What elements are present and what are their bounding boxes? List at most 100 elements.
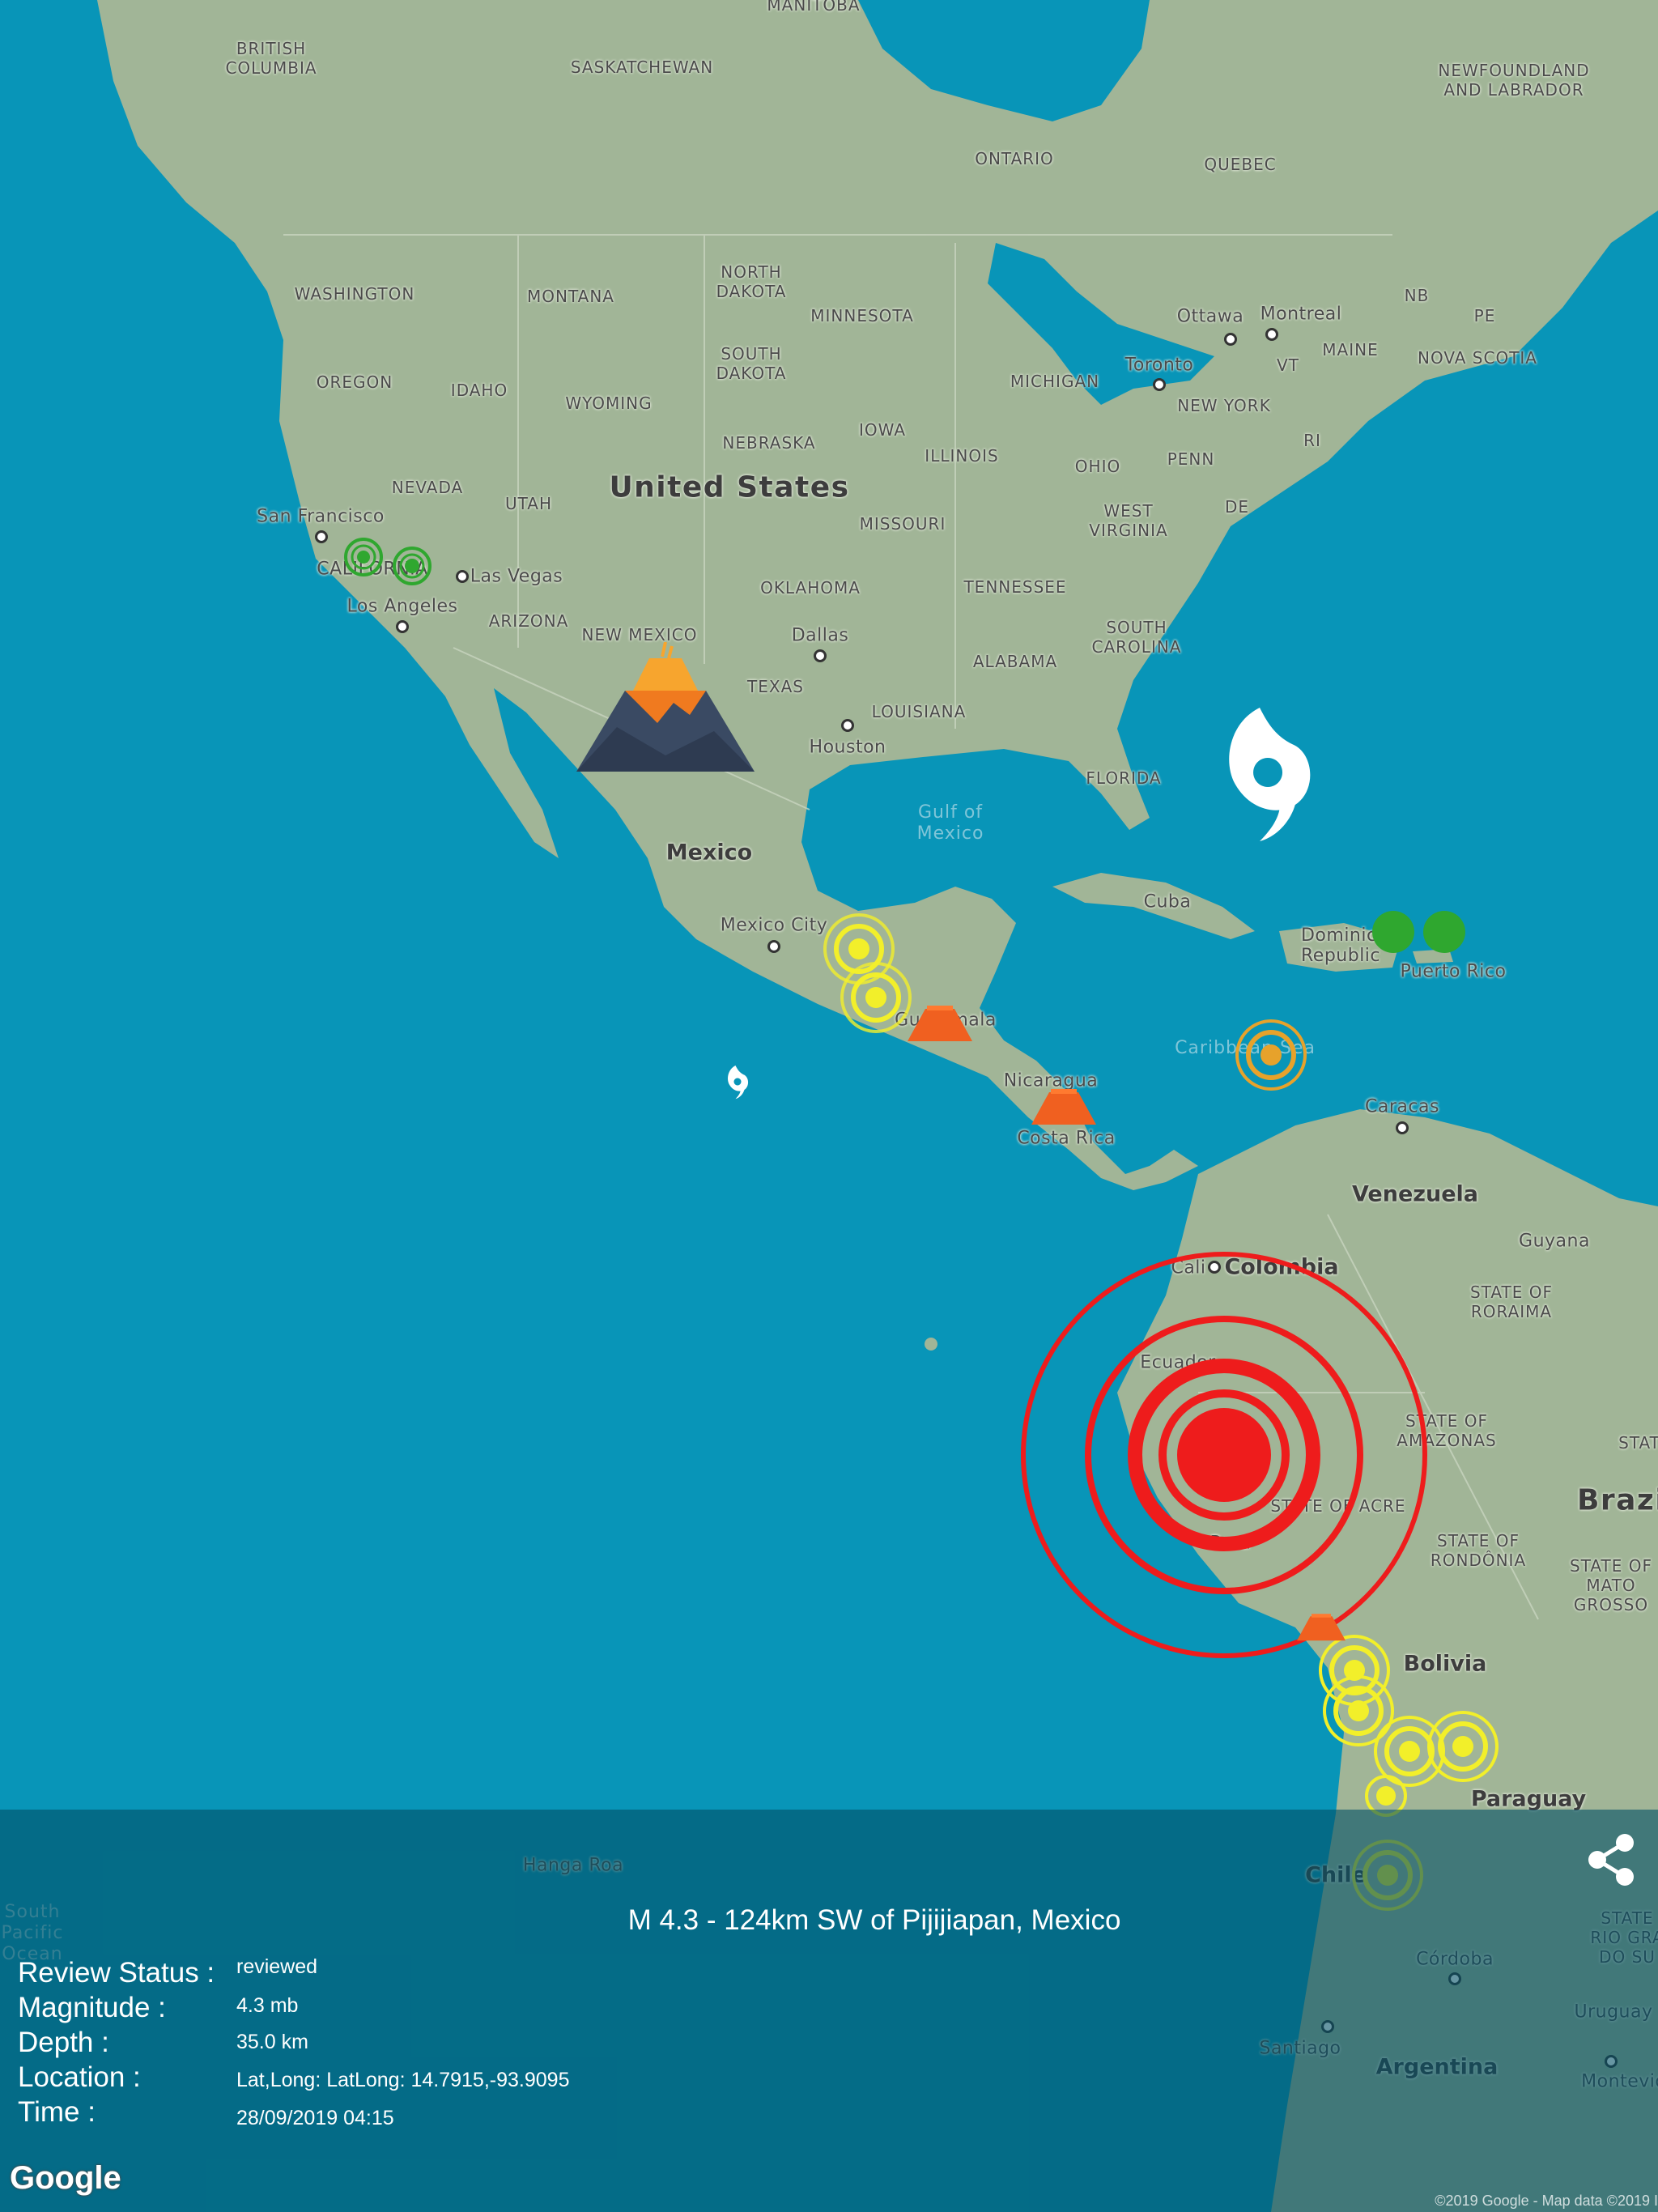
map-label: Toronto xyxy=(1124,355,1194,376)
map-label: NB xyxy=(1404,286,1430,305)
map-label: WEST VIRGINIA xyxy=(1089,501,1168,540)
map-label: MICHIGAN xyxy=(1010,372,1100,391)
city-marker-ottawa xyxy=(1224,333,1237,346)
map-label: SOUTH CAROLINA xyxy=(1091,618,1182,657)
map-label: San Francisco xyxy=(257,506,385,527)
city-marker-toronto xyxy=(1153,378,1166,391)
map-label: VT xyxy=(1277,355,1299,375)
map-label: Brazil xyxy=(1576,1483,1658,1517)
map-label: Cuba xyxy=(1143,891,1192,912)
map-label: ILLINOIS xyxy=(925,446,999,466)
event-title: M 4.3 - 124km SW of Pijijiapan, Mexico xyxy=(627,1904,1121,1936)
map-label: STATE OF RONDÔNIA xyxy=(1430,1531,1527,1570)
map-label: WYOMING xyxy=(565,393,653,413)
city-marker-mexico-city xyxy=(767,940,780,953)
city-marker-san-francisco xyxy=(315,530,328,543)
map-label: NEBRASKA xyxy=(722,433,816,453)
map-label: Mexico City xyxy=(720,915,828,936)
map-label: ALABAMA xyxy=(972,652,1058,671)
map-label: QUEBEC xyxy=(1204,155,1277,174)
map-label: Mexico xyxy=(665,840,753,866)
city-marker-montreal xyxy=(1265,328,1278,341)
map-label: Dallas xyxy=(791,625,849,646)
earthquake-marker-light[interactable] xyxy=(339,533,388,581)
map-copyright: ©2019 Google - Map data ©2019 I xyxy=(1435,2193,1658,2209)
map-label: SASKATCHEWAN xyxy=(570,57,714,77)
review-status-label: Review Status : xyxy=(18,1957,215,1989)
map-label: Guyana xyxy=(1519,1231,1590,1252)
time-label: Time : xyxy=(18,2096,96,2128)
map-label: Gulf of Mexico xyxy=(916,802,984,844)
map-label: Costa Rica xyxy=(1017,1128,1116,1149)
map-label: OKLAHOMA xyxy=(760,578,861,598)
map-label: IDAHO xyxy=(450,381,508,400)
magnitude-label: Magnitude : xyxy=(18,1992,166,2023)
map-label: IOWA xyxy=(858,420,907,440)
review-status-value: reviewed xyxy=(236,1955,318,1978)
earthquake-marker-moderate[interactable] xyxy=(1422,1706,1503,1787)
map-label: MINNESOTA xyxy=(810,306,914,325)
map-label: Ottawa xyxy=(1176,306,1244,327)
time-value: 28/09/2019 04:15 xyxy=(236,2107,394,2129)
map-label: BRITISH COLUMBIA xyxy=(225,39,317,78)
earthquake-marker-orange[interactable] xyxy=(1231,1015,1312,1095)
map-label: STATE OF RORAIMA xyxy=(1470,1283,1553,1321)
map-label: SOUTH DAKOTA xyxy=(716,344,787,383)
earthquake-marker-light[interactable] xyxy=(388,542,436,590)
google-logo: Google xyxy=(10,2160,121,2196)
map-label: OHIO xyxy=(1074,457,1121,476)
map-label: Houston xyxy=(809,737,886,758)
depth-value: 35.0 km xyxy=(236,2031,308,2053)
map-label: ARIZONA xyxy=(488,611,569,631)
map-label: UTAH xyxy=(504,494,553,513)
map-label: Puerto Rico xyxy=(1400,961,1507,982)
volcano-icon[interactable] xyxy=(576,642,755,796)
map-label: PE xyxy=(1473,306,1496,325)
map-label: Montreal xyxy=(1260,304,1342,325)
location-label: Location : xyxy=(18,2061,141,2093)
earthquake-marker-light[interactable] xyxy=(1420,908,1469,956)
hurricane-icon[interactable] xyxy=(1219,700,1316,845)
volcano-icon[interactable] xyxy=(908,1002,972,1043)
city-marker-las-vegas xyxy=(456,570,469,583)
map-label: DE xyxy=(1224,497,1250,517)
earthquake-marker-light[interactable] xyxy=(1369,908,1418,956)
map-label: TEXAS xyxy=(747,677,804,696)
map-label: Caracas xyxy=(1365,1096,1439,1117)
city-marker-los-angeles xyxy=(396,620,409,633)
city-marker-houston xyxy=(841,719,854,732)
map-label: LOUISIANA xyxy=(871,702,967,721)
map-label: OREGON xyxy=(316,372,393,392)
map-label: Los Angeles xyxy=(346,596,458,617)
hurricane-icon[interactable] xyxy=(725,1061,750,1102)
map-label: MONTANA xyxy=(527,287,614,306)
map-label: Venezuela xyxy=(1352,1181,1478,1207)
map-label: STAT xyxy=(1618,1433,1658,1453)
map-label: MISSOURI xyxy=(859,514,946,534)
map-label: STATE OF MATO GROSSO xyxy=(1570,1556,1652,1614)
magnitude-value: 4.3 mb xyxy=(236,1994,299,2017)
map-label: NEW YORK xyxy=(1177,396,1271,415)
share-icon[interactable] xyxy=(1583,1831,1639,1888)
city-marker-caracas xyxy=(1396,1121,1409,1134)
map-label: Paraguay xyxy=(1470,1786,1587,1812)
depth-label: Depth : xyxy=(18,2027,109,2058)
map-label: NOVA SCOTIA xyxy=(1418,348,1537,368)
earthquake-marker-moderate[interactable] xyxy=(835,957,916,1038)
map-label: MAINE xyxy=(1322,340,1379,359)
map-label: ONTARIO xyxy=(975,149,1054,168)
map-label: United States xyxy=(609,470,850,504)
earthquake-marker-major[interactable] xyxy=(1014,1244,1435,1665)
volcano-icon[interactable] xyxy=(1031,1086,1096,1126)
map-label: NORTH DAKOTA xyxy=(716,262,787,301)
map-label: TENNESSEE xyxy=(963,577,1067,597)
map-label: MANITOBA xyxy=(767,0,861,15)
map-label: RI xyxy=(1303,431,1321,450)
volcano-icon[interactable] xyxy=(1297,1609,1346,1644)
galapagos-islands xyxy=(925,1338,937,1351)
map-label: PENN xyxy=(1167,449,1215,469)
map-label: NEWFOUNDLAND AND LABRADOR xyxy=(1438,61,1590,100)
map-label: Las Vegas xyxy=(470,566,563,587)
city-marker-dallas xyxy=(814,649,827,662)
map-label: NEVADA xyxy=(391,478,464,497)
